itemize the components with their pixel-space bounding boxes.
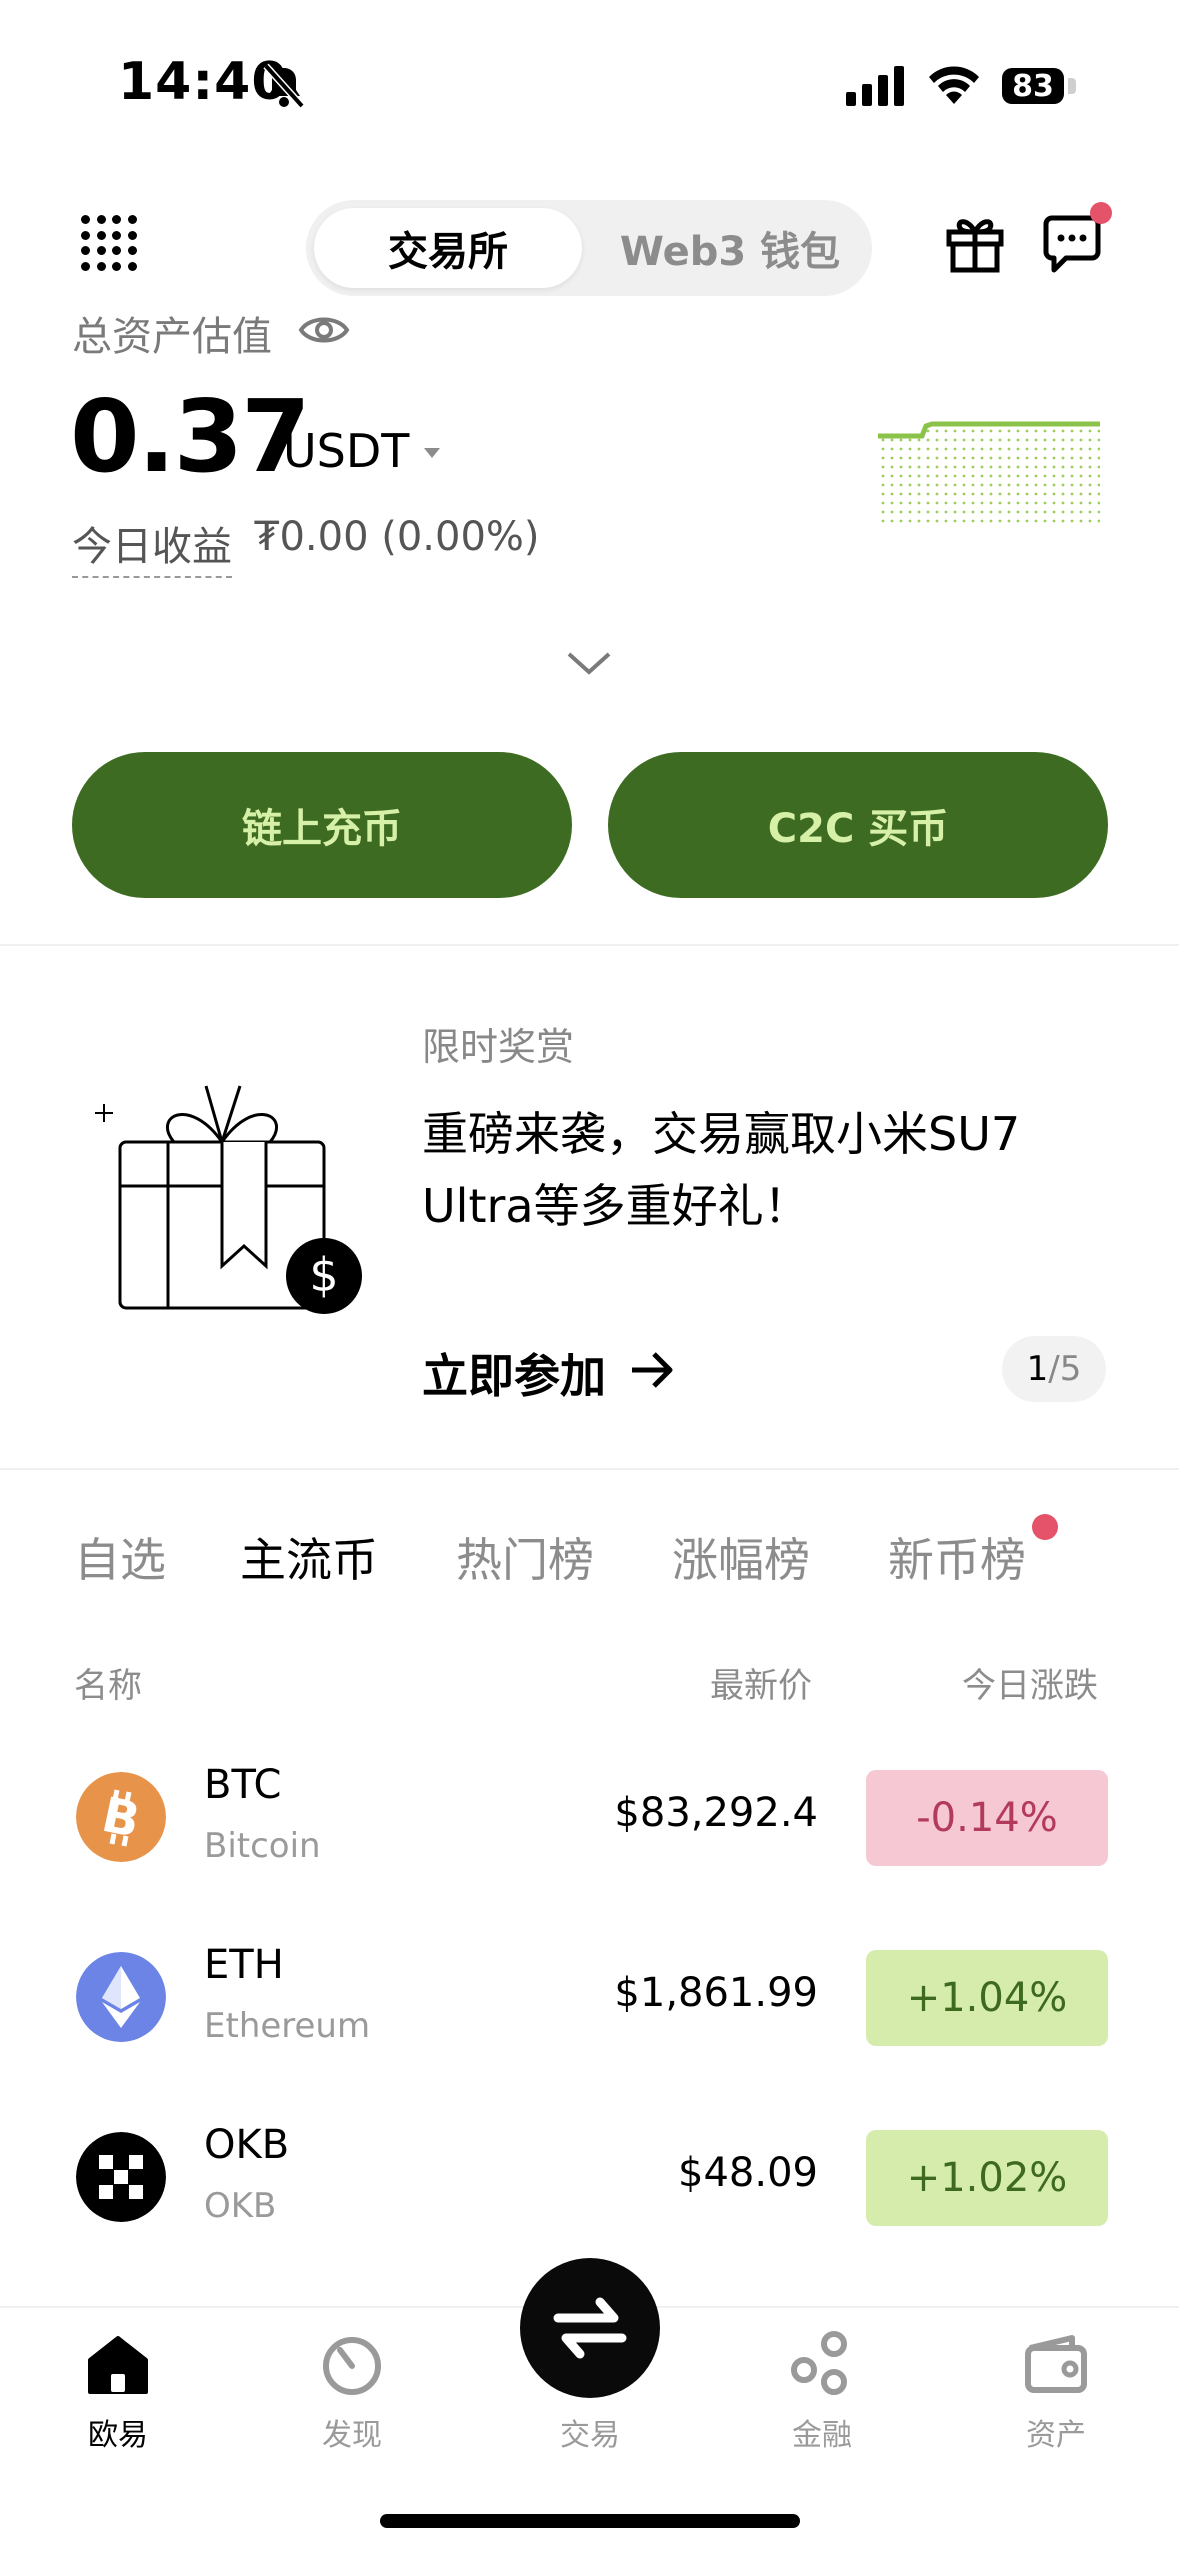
home-icon[interactable] (84, 2330, 152, 2398)
currency-selector[interactable]: USDT (283, 424, 409, 478)
coin-symbol: BTC (204, 1762, 282, 1808)
svg-text:$: $ (309, 1248, 338, 1302)
gift-illustration: $ (95, 1085, 362, 1314)
tab-exchange[interactable]: 交易所 (314, 208, 582, 288)
tab-major-coins[interactable]: 主流币 (240, 1524, 378, 1590)
coin-name: Bitcoin (204, 1826, 321, 1866)
message-icon[interactable] (1040, 214, 1104, 274)
total-assets-value: 0.37 (70, 378, 311, 495)
caret-down-icon[interactable] (422, 446, 442, 460)
btc-icon: B (76, 1772, 166, 1862)
discover-icon[interactable] (318, 2330, 386, 2398)
signal-icon (846, 66, 904, 106)
coin-price: $83,292.4 (614, 1790, 818, 1836)
eth-icon (76, 1952, 166, 2042)
nav-home[interactable]: 欧易 (28, 2410, 208, 2454)
join-now-link[interactable]: 立即参加 (422, 1340, 606, 1406)
tab-web3-wallet[interactable]: Web3 钱包 (596, 208, 864, 288)
gift-icon[interactable] (944, 212, 1006, 274)
finance-icon[interactable] (788, 2330, 856, 2398)
column-name[interactable]: 名称 (74, 1658, 142, 1707)
coin-price: $48.09 (678, 2150, 818, 2196)
coin-name: Ethereum (204, 2006, 371, 2046)
promo-title[interactable]: 重磅来袭，交易赢取小米SU7 Ultra等多重好礼！ (422, 1098, 1082, 1242)
apps-grid-icon[interactable] (78, 212, 140, 274)
assets-label: 总资产估值 (72, 314, 272, 360)
wifi-icon (929, 66, 979, 104)
tab-hot-list[interactable]: 热门榜 (456, 1524, 594, 1590)
nav-trade[interactable]: 交易 (500, 2410, 680, 2454)
nav-finance[interactable]: 金融 (732, 2410, 912, 2454)
column-change[interactable]: 今日涨跌 (962, 1658, 1098, 1707)
battery-tip (1068, 78, 1076, 94)
swap-icon[interactable] (548, 2290, 632, 2366)
today-pnl-label[interactable]: 今日收益 (72, 514, 232, 578)
change-badge[interactable]: -0.14% (866, 1770, 1108, 1866)
nav-discover[interactable]: 发现 (262, 2410, 442, 2454)
nav-assets[interactable]: 资产 (966, 2410, 1146, 2454)
divider (0, 944, 1179, 946)
home-indicator[interactable] (380, 2514, 800, 2528)
wallet-icon[interactable] (1022, 2330, 1090, 2398)
eye-icon[interactable] (298, 310, 350, 350)
tab-favorites[interactable]: 自选 (74, 1524, 166, 1590)
tab-gainers[interactable]: 涨幅榜 (672, 1524, 810, 1590)
bell-off-icon (263, 63, 305, 109)
coin-name: OKB (204, 2186, 277, 2226)
chevron-down-icon[interactable] (566, 650, 612, 678)
message-badge (1090, 202, 1112, 224)
coin-price: $1,861.99 (614, 1970, 818, 2016)
promo-pager: 1/5 (1002, 1336, 1106, 1402)
tab-new-coins[interactable]: 新币榜 (888, 1524, 1026, 1590)
okb-icon (76, 2132, 166, 2222)
asset-sparkline[interactable] (872, 402, 1100, 532)
promo-tag: 限时奖赏 (422, 1025, 575, 1069)
change-badge[interactable]: +1.02% (866, 2130, 1108, 2226)
new-coins-badge (1032, 1514, 1058, 1540)
coin-symbol: ETH (204, 1942, 284, 1988)
column-price[interactable]: 最新价 (710, 1658, 812, 1707)
divider (0, 1468, 1179, 1470)
arrow-right-icon[interactable] (628, 1348, 676, 1392)
change-badge[interactable]: +1.04% (866, 1950, 1108, 2046)
coin-symbol: OKB (204, 2122, 290, 2168)
deposit-button[interactable]: 链上充币 (72, 752, 572, 898)
c2c-buy-button[interactable]: C2C 买币 (608, 752, 1108, 898)
battery-indicator: 83 (1002, 68, 1064, 104)
today-pnl-value: ₮0.00 (0.00%) (254, 514, 540, 560)
